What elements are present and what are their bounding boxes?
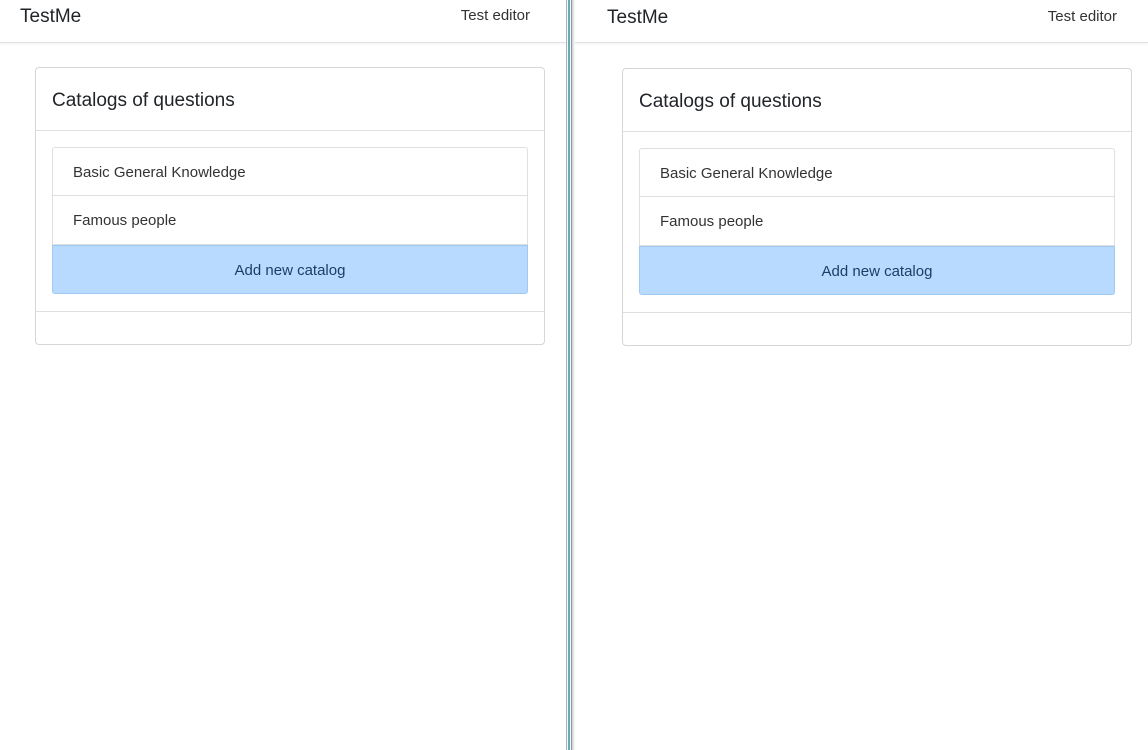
card-footer <box>36 311 544 344</box>
list-item[interactable]: Basic General Knowledge <box>639 148 1115 197</box>
navbar: TestMe Test editor <box>575 0 1148 43</box>
test-editor-link[interactable]: Test editor <box>461 7 530 24</box>
list-item[interactable]: Famous people <box>52 196 528 245</box>
catalog-list: Basic General Knowledge Famous people Ad… <box>52 147 528 294</box>
card-title: Catalogs of questions <box>36 68 544 131</box>
catalog-list: Basic General Knowledge Famous people Ad… <box>639 148 1115 295</box>
catalogs-card: Catalogs of questions Basic General Know… <box>622 68 1132 346</box>
brand-link[interactable]: TestMe <box>20 6 81 28</box>
card-title: Catalogs of questions <box>623 69 1131 132</box>
card-footer <box>623 312 1131 345</box>
list-item[interactable]: Basic General Knowledge <box>52 147 528 196</box>
test-editor-link[interactable]: Test editor <box>1048 8 1117 25</box>
navbar: TestMe Test editor <box>0 0 566 43</box>
add-catalog-button[interactable]: Add new catalog <box>639 246 1115 295</box>
add-catalog-button[interactable]: Add new catalog <box>52 245 528 294</box>
catalogs-card: Catalogs of questions Basic General Know… <box>35 67 545 345</box>
split-divider[interactable] <box>566 0 575 750</box>
brand-link[interactable]: TestMe <box>607 7 668 29</box>
left-pane: TestMe Test editor Catalogs of questions… <box>0 0 566 750</box>
right-pane: TestMe Test editor Catalogs of questions… <box>575 0 1148 750</box>
list-item[interactable]: Famous people <box>639 197 1115 246</box>
